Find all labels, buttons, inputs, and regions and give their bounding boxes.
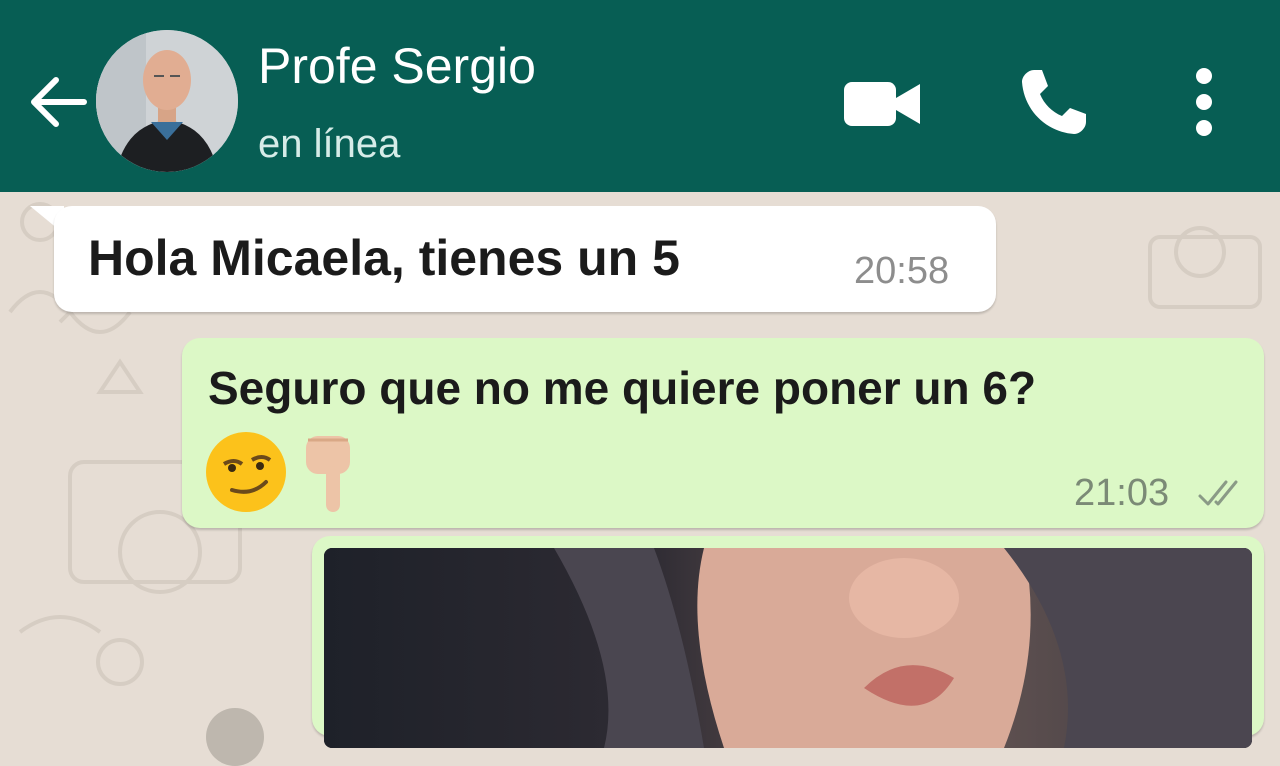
video-call-icon[interactable]: [840, 76, 924, 132]
message-text: Hola Micaela, tienes un 5: [88, 230, 680, 286]
phone-icon[interactable]: [1016, 64, 1092, 140]
message-photo[interactable]: [324, 548, 1252, 748]
message-emojis: [204, 426, 384, 516]
message-time: 21:03: [1074, 472, 1170, 514]
message-time: 20:58: [854, 250, 950, 292]
incoming-message[interactable]: Hola Micaela, tienes un 5 20:58: [54, 206, 996, 312]
contact-status: en línea: [258, 122, 401, 166]
back-arrow-icon[interactable]: [26, 70, 90, 134]
chat-header: Profe Sergio en línea: [0, 0, 1280, 192]
message-text: Seguro que no me quiere poner un 6?: [208, 362, 1037, 414]
contact-name[interactable]: Profe Sergio: [258, 36, 536, 96]
outgoing-message[interactable]: Seguro que no me quiere poner un 6? 21:0…: [182, 338, 1264, 528]
more-vertical-icon[interactable]: [1184, 66, 1224, 138]
smirk-emoji-icon: [206, 432, 286, 512]
pointing-down-emoji-icon: [306, 436, 350, 512]
contact-avatar[interactable]: [96, 30, 238, 172]
scroll-down-button[interactable]: [206, 708, 264, 766]
read-ticks-icon: [1196, 476, 1246, 510]
image-message[interactable]: [312, 536, 1264, 748]
